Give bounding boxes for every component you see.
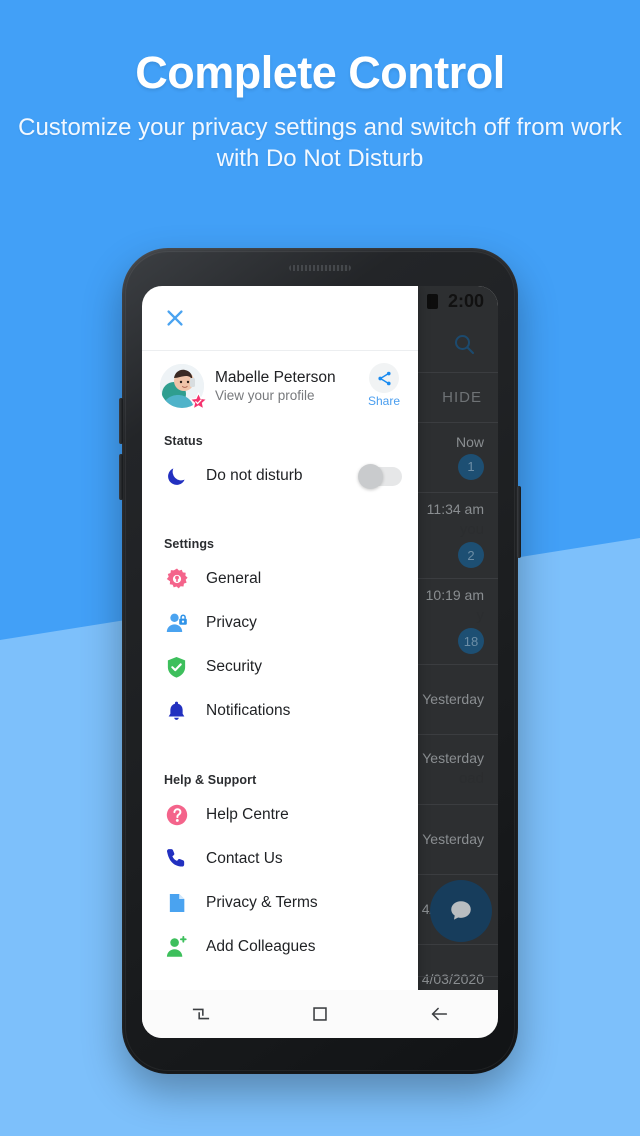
phone-device: 2:00 HIDE Now 1 11:34 am you 2 10:19 am [119,248,521,1074]
profile-subtitle: View your profile [215,388,315,404]
battery-icon [426,293,438,309]
help-item-help-centre[interactable]: Help Centre [142,793,418,837]
moon-icon [164,464,189,489]
settings-item-label: Privacy [206,614,257,632]
phone-screen: 2:00 HIDE Now 1 11:34 am you 2 10:19 am [142,286,498,1038]
share-icon-circle [369,363,399,394]
do-not-disturb-toggle[interactable] [358,463,402,489]
chat-bubble-icon [451,901,471,920]
hero-section: Complete Control Customize your privacy … [0,0,640,175]
help-item-label: Help Centre [206,805,289,823]
hero-subtitle: Customize your privacy settings and swit… [18,113,622,173]
chat-snippet: you [459,521,484,538]
do-not-disturb-row[interactable]: Do not disturb [142,454,418,498]
star-badge-icon [189,391,208,410]
avatar-wrapper [160,363,208,410]
share-icon [377,371,391,385]
power-button[interactable] [517,486,521,558]
toggle-knob [358,463,383,489]
help-item-label: Privacy & Terms [206,893,318,911]
phone-icon [164,846,189,871]
search-icon[interactable] [452,332,476,356]
share-button[interactable]: Share [362,363,406,408]
volume-down-button[interactable] [119,454,123,500]
new-chat-fab[interactable] [430,880,492,942]
shield-check-icon [164,655,189,680]
close-x-icon[interactable] [164,307,186,329]
profile-name: Mabelle Peterson [215,368,336,386]
do-not-disturb-label: Do not disturb [206,467,303,485]
settings-item-notifications[interactable]: Notifications [142,689,418,733]
status-section-title: Status [164,434,203,449]
chat-unread-badge: 2 [458,542,484,568]
person-add-icon [164,934,189,959]
chat-timestamp: 11:34 am [426,501,484,517]
android-nav-bar [142,990,498,1038]
earpiece-speaker [289,265,351,271]
chat-timestamp: Yesterday [422,830,484,847]
help-item-add-colleagues[interactable]: Add Colleagues [142,925,418,969]
home-square-icon[interactable] [309,1003,331,1025]
chat-unread-badge: 18 [458,628,484,654]
chat-timestamp: Yesterday [422,750,484,766]
profile-row[interactable]: Mabelle Peterson View your profile Share [142,351,418,420]
help-item-privacy-terms[interactable]: Privacy & Terms [142,881,418,925]
chat-timestamp: 10:19 am [425,587,484,603]
profile-text: Mabelle Peterson View your profile [215,368,351,403]
settings-item-label: General [206,570,262,588]
settings-item-label: Security [206,658,262,676]
back-arrow-icon[interactable] [428,1003,450,1025]
help-item-label: Add Colleagues [206,937,316,955]
share-label: Share [367,394,401,409]
drawer-header [142,286,418,350]
chat-timestamp: Now [455,433,484,450]
help-section-title: Help & Support [164,772,257,787]
question-circle-icon [164,802,189,827]
help-item-label: Contact Us [206,849,283,867]
settings-item-privacy[interactable]: Privacy [142,601,418,645]
recents-icon[interactable] [190,1003,212,1025]
chat-timestamp: Yesterday [422,690,484,707]
help-item-contact-us[interactable]: Contact Us [142,837,418,881]
hero-title: Complete Control [135,47,505,98]
navigation-drawer: Mabelle Peterson View your profile Share… [142,286,418,1038]
bell-icon [164,699,189,724]
chat-snippet: oad [458,770,484,787]
chat-unread-badge: 1 [458,453,484,480]
volume-up-button[interactable] [119,398,123,444]
gear-icon [164,567,189,592]
person-lock-icon [164,611,189,636]
settings-item-label: Notifications [206,702,291,720]
document-icon [164,890,189,915]
status-clock: 2:00 [447,290,484,311]
chat-snippet: y [476,607,485,624]
settings-section-title: Settings [164,537,215,552]
settings-item-security[interactable]: Security [142,645,418,689]
settings-item-general[interactable]: General [142,557,418,601]
